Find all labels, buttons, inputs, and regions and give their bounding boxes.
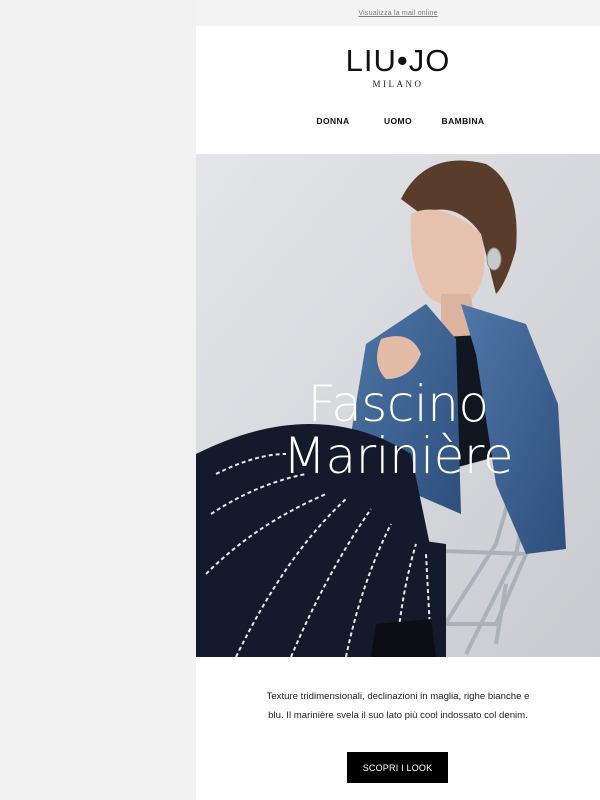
hero-title: Fascino Marinière [196,378,600,482]
brand-name: LIU•JO [345,43,451,78]
hero-banner[interactable]: Fascino Marinière [196,154,600,657]
email-container: Visualizza la mail online LIU•JO MILANO … [196,0,600,800]
main-nav: DONNA UOMO BAMBINA [196,116,600,126]
hero-title-line-1: Fascino [307,375,489,433]
header: LIU•JO MILANO DONNA UOMO BAMBINA [196,26,600,154]
page-background [0,0,196,800]
brand-logo[interactable]: LIU•JO MILANO [196,43,600,90]
brand-city: MILANO [372,79,424,89]
top-bar: Visualizza la mail online [196,0,600,26]
hero-title-line-2: Marinière [282,427,514,485]
body-line-2: blu. Il marinière svela il suo lato più … [268,710,528,721]
body-line-1: Texture tridimensionali, declinazioni in… [266,691,530,702]
shop-looks-button[interactable]: SCOPRI I LOOK [347,752,448,783]
body-copy: Texture tridimensionali, declinazioni in… [196,687,600,725]
nav-item-uomo[interactable]: UOMO [366,116,431,126]
nav-item-donna[interactable]: DONNA [301,116,366,126]
view-online-link[interactable]: Visualizza la mail online [358,10,437,17]
nav-item-bambina[interactable]: BAMBINA [431,116,496,126]
